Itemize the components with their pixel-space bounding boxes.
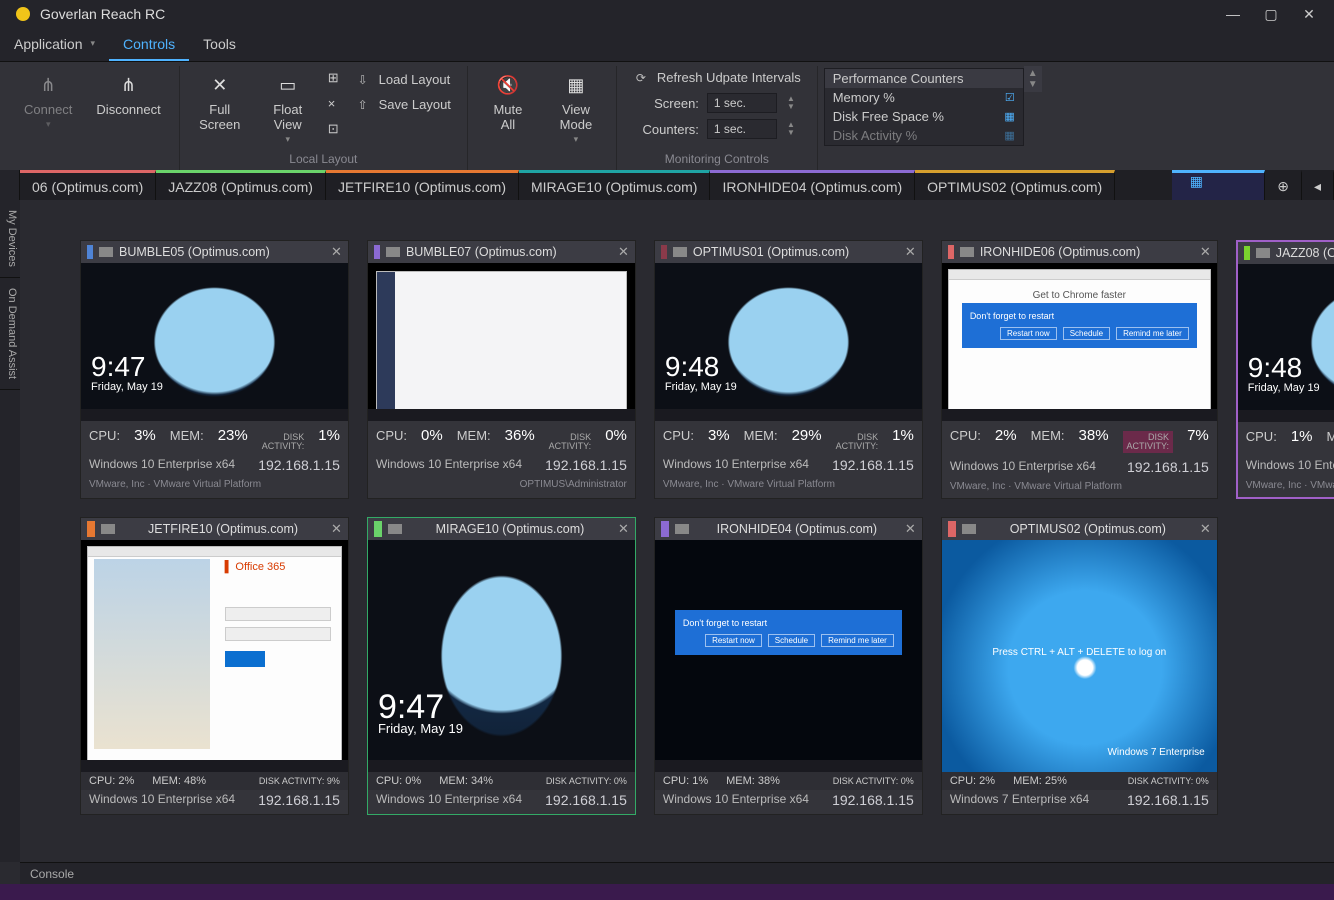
card-jazz08[interactable]: JAZZ08 (Optimus.com)✕ 9:48Friday, May 19…: [1236, 240, 1334, 499]
pc-icon: [673, 247, 687, 257]
menu-tools[interactable]: Tools: [189, 28, 250, 61]
disconnect-icon: ⋔: [121, 72, 136, 98]
close-icon[interactable]: ✕: [905, 244, 916, 260]
check-icon: ▦: [1004, 110, 1014, 123]
card-optimus02[interactable]: OPTIMUS02 (Optimus.com)✕ Press CTRL + AL…: [941, 517, 1218, 815]
pc-icon: [388, 524, 402, 534]
check-icon: ☑: [1005, 91, 1015, 104]
fullscreen-button[interactable]: ✕ Full Screen: [186, 66, 254, 132]
menu-bar: Application▾ Controls Tools: [0, 28, 1334, 62]
tab-jetfire10[interactable]: JETFIRE10 (Optimus.com): [326, 170, 519, 200]
pc-icon: [1256, 248, 1270, 258]
close-icon[interactable]: ✕: [1200, 521, 1211, 537]
layout-icon-1: ⊞: [328, 70, 339, 86]
pc-icon: [962, 524, 976, 534]
titlebar: Goverlan Reach RC — ▢ ✕: [0, 0, 1334, 28]
tab-jazz08[interactable]: JAZZ08 (Optimus.com): [156, 170, 326, 200]
tab-add[interactable]: ⊕: [1265, 170, 1302, 200]
save-layout-icon: ⇧: [355, 98, 371, 112]
thumbnail-grid: BUMBLE05 (Optimus.com)✕ 9:47Friday, May …: [20, 200, 1334, 862]
console-panel-header[interactable]: Console: [20, 862, 1334, 884]
screen-interval-value[interactable]: 1 sec.: [707, 93, 777, 113]
float-view-button[interactable]: ▭ Float View ▾: [254, 66, 322, 145]
app-icon: [16, 7, 30, 21]
close-icon[interactable]: ✕: [618, 521, 629, 537]
refresh-icon: ⟳: [633, 71, 649, 85]
connect-icon: ⋔: [41, 72, 56, 98]
view-mode-icon: ▦: [567, 72, 584, 98]
side-rail-stub: [0, 170, 20, 200]
close-icon[interactable]: ✕: [1200, 244, 1211, 260]
fullscreen-icon: ✕: [212, 72, 227, 98]
grid-icon: ▦: [1190, 173, 1203, 190]
check-icon: ▦: [1004, 129, 1014, 142]
card-ironhide06[interactable]: IRONHIDE06 (Optimus.com)✕ Get to Chrome …: [941, 240, 1218, 499]
menu-application[interactable]: Application▾: [0, 28, 109, 61]
perf-scrollbar[interactable]: ▲▼: [1024, 66, 1042, 92]
close-icon[interactable]: ✕: [331, 244, 342, 260]
connect-button[interactable]: ⋔ Connect ▾: [12, 66, 84, 130]
card-optimus01[interactable]: OPTIMUS01 (Optimus.com)✕ 9:48Friday, May…: [654, 240, 923, 499]
mute-all-button[interactable]: 🔇 Mute All: [474, 66, 542, 132]
tab-mirage10[interactable]: MIRAGE10 (Optimus.com): [519, 170, 710, 200]
pc-icon: [101, 524, 115, 534]
save-layout-button[interactable]: ⇧Save Layout: [351, 95, 455, 114]
tab-ironhide04[interactable]: IRONHIDE04 (Optimus.com): [710, 170, 915, 200]
layout-icon-3: ⊡: [328, 121, 339, 137]
pc-icon: [675, 524, 689, 534]
group-monitoring: Monitoring Controls: [623, 152, 811, 170]
counters-interval-value[interactable]: 1 sec.: [707, 119, 777, 139]
menu-controls[interactable]: Controls: [109, 28, 189, 61]
session-tabs: 06 (Optimus.com) JAZZ08 (Optimus.com) JE…: [20, 170, 1334, 200]
perf-memory[interactable]: Memory %☑: [825, 88, 1023, 107]
tab-06[interactable]: 06 (Optimus.com): [20, 170, 156, 200]
app-title: Goverlan Reach RC: [40, 6, 1214, 22]
mute-icon: 🔇: [497, 72, 519, 98]
rail-on-demand-assist[interactable]: On Demand Assist: [0, 278, 20, 390]
close-icon[interactable]: ✕: [905, 521, 916, 537]
pc-icon: [99, 247, 113, 257]
group-local-layout: Local Layout: [186, 152, 461, 170]
screen-interval: Screen: 1 sec. ▲▼: [629, 93, 805, 113]
perf-header: Performance Counters: [825, 69, 1023, 88]
layout-icon-2: ×: [328, 96, 339, 111]
left-rails: My Devices On Demand Assist: [0, 200, 20, 862]
tab-grid-view[interactable]: ▦: [1172, 170, 1266, 200]
card-bumble05[interactable]: BUMBLE05 (Optimus.com)✕ 9:47Friday, May …: [80, 240, 349, 499]
pc-icon: [386, 247, 400, 257]
perf-disk-activity[interactable]: Disk Activity %▦: [825, 126, 1023, 145]
disconnect-button[interactable]: ⋔ Disconnect: [84, 66, 172, 117]
load-layout-button[interactable]: ⇩Load Layout: [351, 70, 455, 89]
tab-optimus02[interactable]: OPTIMUS02 (Optimus.com): [915, 170, 1115, 200]
close-icon[interactable]: ✕: [331, 521, 342, 537]
refresh-intervals-label: ⟳Refresh Udpate Intervals: [629, 68, 805, 87]
plus-icon: ⊕: [1277, 178, 1289, 195]
close-button[interactable]: ✕: [1290, 3, 1328, 25]
load-layout-icon: ⇩: [355, 73, 371, 87]
minimize-button[interactable]: —: [1214, 3, 1252, 25]
card-mirage10[interactable]: MIRAGE10 (Optimus.com)✕ 9:47Friday, May …: [367, 517, 636, 815]
status-bar: [0, 884, 1334, 900]
maximize-button[interactable]: ▢: [1252, 3, 1290, 25]
pc-icon: [960, 247, 974, 257]
float-view-icon: ▭: [279, 72, 296, 98]
counters-interval: Counters: 1 sec. ▲▼: [629, 119, 805, 139]
card-bumble07[interactable]: BUMBLE07 (Optimus.com)✕ CPU:0%MEM:36%DIS…: [367, 240, 636, 499]
perf-disk-free[interactable]: Disk Free Space %▦: [825, 107, 1023, 126]
counters-interval-spin[interactable]: ▲▼: [785, 121, 797, 137]
view-mode-button[interactable]: ▦ View Mode ▾: [542, 66, 610, 145]
rail-my-devices[interactable]: My Devices: [0, 200, 20, 278]
ribbon: ⋔ Connect ▾ ⋔ Disconnect ✕ Full Screen ▭…: [0, 62, 1334, 170]
card-jetfire10[interactable]: JETFIRE10 (Optimus.com)✕ ▌ Office 365 CP…: [80, 517, 349, 815]
screen-interval-spin[interactable]: ▲▼: [785, 95, 797, 111]
chevron-left-icon: ◂: [1314, 178, 1321, 195]
performance-counters-list[interactable]: Performance Counters Memory %☑ Disk Free…: [824, 68, 1024, 146]
close-icon[interactable]: ✕: [618, 244, 629, 260]
card-ironhide04[interactable]: IRONHIDE04 (Optimus.com)✕ Don't forget t…: [654, 517, 923, 815]
tab-scroll-left[interactable]: ◂: [1302, 170, 1334, 200]
